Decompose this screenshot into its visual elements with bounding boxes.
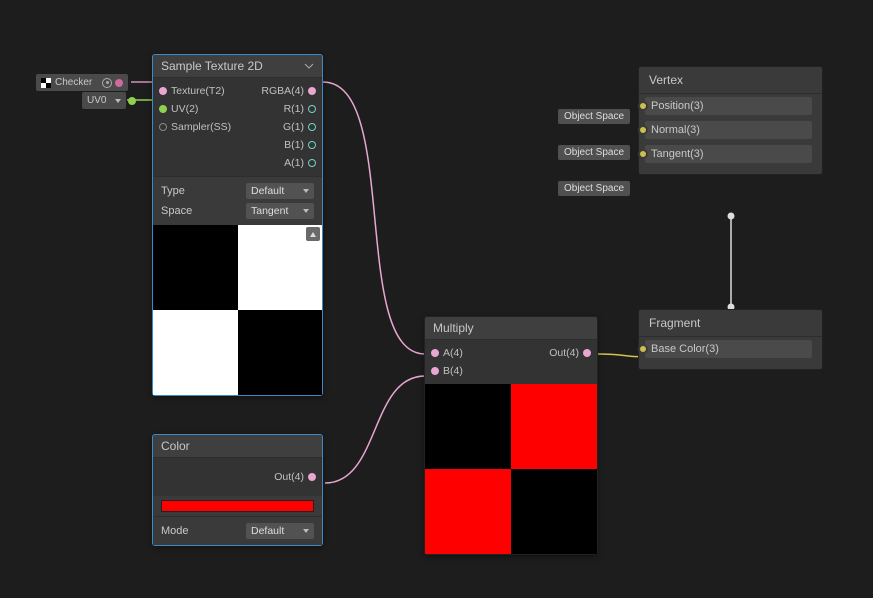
checker-icon bbox=[41, 78, 51, 88]
chevron-down-icon bbox=[115, 99, 121, 103]
multiply-preview bbox=[425, 384, 597, 554]
texture-in-label: Texture(T2) bbox=[171, 85, 225, 97]
rgba-out-port[interactable] bbox=[308, 87, 316, 95]
base-color-slot[interactable]: Base Color(3) bbox=[645, 340, 812, 358]
node-title-bar[interactable]: Sample Texture 2D bbox=[153, 55, 322, 78]
base-color-in-port[interactable] bbox=[638, 344, 648, 354]
multiply-a-port[interactable] bbox=[431, 349, 439, 357]
tangent-in-port[interactable] bbox=[638, 149, 648, 159]
node-title-bar[interactable]: Multiply bbox=[425, 317, 597, 340]
chevron-down-icon bbox=[303, 209, 309, 213]
r-out-label: R(1) bbox=[284, 103, 304, 115]
rgba-out-label: RGBA(4) bbox=[261, 85, 304, 97]
uv0-input-chip[interactable]: UV0 bbox=[82, 92, 126, 109]
node-title: Color bbox=[161, 439, 190, 453]
checker-input-chip[interactable]: Checker bbox=[36, 74, 128, 91]
multiply-out-port[interactable] bbox=[583, 349, 591, 357]
uv0-out-port[interactable] bbox=[128, 97, 136, 105]
sample-texture-preview bbox=[153, 225, 322, 395]
space-label: Space bbox=[161, 205, 192, 217]
sampler-in-port[interactable] bbox=[159, 123, 167, 131]
color-node[interactable]: Color Out(4) Mode Default bbox=[152, 434, 323, 546]
texture-in-port[interactable] bbox=[159, 87, 167, 95]
fragment-title: Fragment bbox=[639, 310, 822, 337]
multiply-node[interactable]: Multiply A(4) B(4) Out(4) bbox=[424, 316, 598, 555]
type-dropdown[interactable]: Default bbox=[246, 183, 314, 199]
color-swatch[interactable] bbox=[161, 500, 314, 512]
uv-in-port[interactable] bbox=[159, 105, 167, 113]
r-out-port[interactable] bbox=[308, 105, 316, 113]
chevron-down-icon bbox=[303, 189, 309, 193]
fragment-master[interactable]: Fragment Base Color(3) bbox=[638, 309, 823, 370]
chevron-down-icon[interactable] bbox=[304, 61, 314, 71]
eye-icon[interactable] bbox=[102, 78, 112, 88]
node-title: Multiply bbox=[433, 321, 474, 335]
mode-dropdown[interactable]: Default bbox=[246, 523, 314, 539]
multiply-b-label: B(4) bbox=[443, 365, 463, 377]
tangent-slot[interactable]: Tangent(3) bbox=[645, 145, 812, 163]
space-dropdown[interactable]: Tangent bbox=[246, 203, 314, 219]
mode-label: Mode bbox=[161, 525, 189, 537]
chevron-down-icon bbox=[303, 529, 309, 533]
object-space-tag: Object Space bbox=[558, 181, 630, 196]
a-out-label: A(1) bbox=[284, 157, 304, 169]
object-space-tag: Object Space bbox=[558, 145, 630, 160]
type-label: Type bbox=[161, 185, 185, 197]
color-out-label: Out(4) bbox=[274, 471, 304, 483]
color-out-port[interactable] bbox=[308, 473, 316, 481]
uv0-label: UV0 bbox=[87, 95, 106, 106]
b-out-label: B(1) bbox=[284, 139, 304, 151]
sample-texture-2d-node[interactable]: Sample Texture 2D Texture(T2) UV(2) Samp… bbox=[152, 54, 323, 396]
g-out-port[interactable] bbox=[308, 123, 316, 131]
collapse-preview-button[interactable] bbox=[306, 227, 320, 241]
normal-slot[interactable]: Normal(3) bbox=[645, 121, 812, 139]
normal-in-port[interactable] bbox=[638, 125, 648, 135]
multiply-b-port[interactable] bbox=[431, 367, 439, 375]
g-out-label: G(1) bbox=[283, 121, 304, 133]
position-slot[interactable]: Position(3) bbox=[645, 97, 812, 115]
object-space-tag: Object Space bbox=[558, 109, 630, 124]
checker-out-port[interactable] bbox=[115, 79, 123, 87]
node-title-bar[interactable]: Color bbox=[153, 435, 322, 458]
b-out-port[interactable] bbox=[308, 141, 316, 149]
checker-label: Checker bbox=[55, 77, 92, 88]
sampler-in-label: Sampler(SS) bbox=[171, 121, 231, 133]
node-title: Sample Texture 2D bbox=[161, 59, 263, 73]
uv-in-label: UV(2) bbox=[171, 103, 198, 115]
multiply-out-label: Out(4) bbox=[549, 347, 579, 359]
vertex-master[interactable]: Vertex Position(3) Normal(3) Tangent(3) bbox=[638, 66, 823, 175]
a-out-port[interactable] bbox=[308, 159, 316, 167]
position-in-port[interactable] bbox=[638, 101, 648, 111]
multiply-a-label: A(4) bbox=[443, 347, 463, 359]
vertex-title: Vertex bbox=[639, 67, 822, 94]
